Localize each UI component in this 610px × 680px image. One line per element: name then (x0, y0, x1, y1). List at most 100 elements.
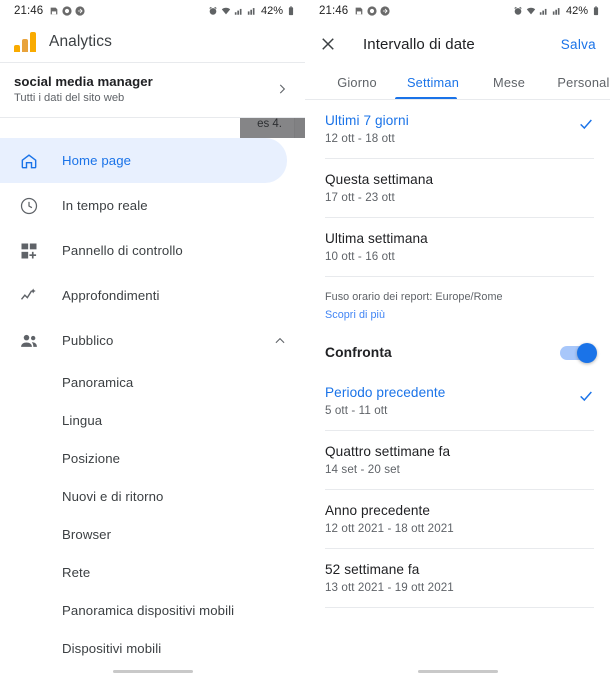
sidebar-item-label: Approfondimenti (62, 288, 160, 303)
tab-mese[interactable]: Mese (471, 66, 547, 99)
sidebar-item-label: Pubblico (62, 333, 114, 348)
sidebar-subitem-label: Rete (62, 564, 91, 580)
option-range: 13 ott 2021 - 19 ott 2021 (325, 581, 454, 594)
sidebar-item-dashboard[interactable]: Pannello di controllo (0, 228, 305, 273)
dialog-app-bar: Intervallo di date Salva (305, 22, 610, 66)
gesture-nav-bar-left[interactable] (0, 658, 305, 680)
sidebar-subitem-label: Nuovi e di ritorno (62, 488, 164, 504)
sidebar-subitem-label: Posizione (62, 450, 121, 466)
option-ultima-settimana[interactable]: Ultima settimana 10 ott - 16 ott (305, 218, 610, 276)
tab-personalizzato[interactable]: Personali (547, 66, 610, 99)
sidebar-subitem-label: Dispositivi mobili (62, 640, 162, 656)
status-time: 21:46 (319, 5, 349, 17)
sidebar-subitem-lingua[interactable]: Lingua (0, 401, 305, 439)
sidebar-item-label: Home page (62, 153, 132, 168)
sidebar-item-home[interactable]: Home page (0, 138, 287, 183)
sidebar-subitem-nuovi-ritorno[interactable]: Nuovi e di ritorno (0, 477, 305, 515)
sidebar-subitem-label: Panoramica (62, 374, 134, 390)
tab-bar: Giorno Settiman Mese Personali (305, 66, 610, 99)
sidebar-subitem-label: Lingua (62, 412, 103, 428)
insights-icon (18, 285, 40, 307)
sidebar-subitem-label: Browser (62, 526, 112, 542)
check-icon (578, 116, 594, 132)
analytics-logo (14, 32, 38, 52)
property-subtitle: Tutti i dati del sito web (14, 92, 125, 104)
save-button[interactable]: Salva (561, 37, 596, 52)
gesture-nav-bar-right[interactable] (305, 658, 610, 680)
status-notification-icons (49, 6, 85, 16)
status-time: 21:46 (14, 5, 44, 17)
property-text: social media manager Tutti i dati del si… (14, 74, 275, 104)
sidebar-subitem-rete[interactable]: Rete (0, 553, 305, 591)
compare-row[interactable]: Confronta (305, 333, 610, 372)
status-bar-right: 21:46 42% (305, 0, 610, 22)
save-icon (49, 6, 59, 16)
timezone-note: Fuso orario dei report: Europe/Rome (325, 291, 503, 303)
property-selector[interactable]: social media manager Tutti i dati del si… (0, 63, 305, 117)
timezone-block: Fuso orario dei report: Europe/Rome Scop… (305, 277, 610, 333)
dual-screenshot: al dati. es 4. opri di più i 6 5 4 3 2 (0, 0, 610, 680)
option-label: Anno precedente (325, 503, 431, 518)
sidebar-item-insights[interactable]: Approfondimenti (0, 273, 305, 318)
option-quattro-settimane-fa[interactable]: Quattro settimane fa 14 set - 20 set (305, 431, 610, 489)
option-range: 12 ott - 18 ott (325, 132, 395, 145)
option-range: 10 ott - 16 ott (325, 250, 395, 263)
property-divider (0, 117, 305, 118)
compare-label: Confronta (325, 345, 392, 360)
people-icon (18, 330, 40, 352)
sidebar-item-audience[interactable]: Pubblico (0, 318, 305, 363)
wifi-icon (526, 6, 536, 16)
sidebar-subitem-posizione[interactable]: Posizione (0, 439, 305, 477)
timezone-learn-more-link[interactable]: Scopri di più (325, 309, 594, 321)
option-text: Anno precedente 12 ott 2021 - 18 ott 202… (325, 503, 594, 535)
option-label: Questa settimana (325, 172, 434, 187)
tab-giorno[interactable]: Giorno (319, 66, 395, 99)
option-range: 5 ott - 11 ott (325, 404, 388, 417)
signal-icon (539, 6, 549, 16)
option-label: Ultima settimana (325, 231, 428, 246)
option-range: 14 set - 20 set (325, 463, 400, 476)
list-divider (325, 607, 594, 608)
clock-icon (18, 195, 40, 217)
chevron-up-icon[interactable] (273, 334, 287, 348)
option-label: Ultimi 7 giorni (325, 113, 409, 128)
property-name: social media manager (14, 74, 153, 89)
left-screen-analytics-drawer: al dati. es 4. opri di più i 6 5 4 3 2 (0, 0, 305, 680)
sidebar-subitem-browser[interactable]: Browser (0, 515, 305, 553)
sidebar-subitem-panoramica[interactable]: Panoramica (0, 363, 305, 401)
app-title: Analytics (49, 33, 112, 50)
status-system-icons: 42% (208, 5, 296, 17)
sync-icon (380, 6, 390, 16)
status-notification-icons (354, 6, 390, 16)
compare-toggle[interactable] (560, 342, 597, 363)
option-ultimi-7-giorni[interactable]: Ultimi 7 giorni 12 ott - 18 ott (305, 100, 610, 158)
option-questa-settimana[interactable]: Questa settimana 17 ott - 23 ott (305, 159, 610, 217)
option-periodo-precedente[interactable]: Periodo precedente 5 ott - 11 ott (305, 372, 610, 430)
option-text: Ultimi 7 giorni 12 ott - 18 ott (325, 113, 578, 145)
signal2-icon (552, 6, 562, 16)
save-icon (354, 6, 364, 16)
photo-icon (62, 6, 72, 16)
sidebar-item-realtime[interactable]: In tempo reale (0, 183, 305, 228)
option-text: 52 settimane fa 13 ott 2021 - 19 ott 202… (325, 562, 594, 594)
option-range: 17 ott - 23 ott (325, 191, 395, 204)
analytics-app-bar: Analytics (0, 22, 305, 62)
battery-percent: 42% (260, 5, 283, 17)
battery-icon (591, 6, 601, 16)
option-52-settimane-fa[interactable]: 52 settimane fa 13 ott 2021 - 19 ott 202… (305, 549, 610, 607)
check-icon (578, 388, 594, 404)
option-label: 52 settimane fa (325, 562, 420, 577)
signal-icon (234, 6, 244, 16)
dashboard-icon (18, 240, 40, 262)
right-screen-date-range-dialog: 21:46 42% Intervallo di date Salva Giorn… (305, 0, 610, 680)
dialog-content: Ultimi 7 giorni 12 ott - 18 ott Questa s… (305, 100, 610, 680)
close-icon[interactable] (319, 35, 337, 53)
wifi-icon (221, 6, 231, 16)
option-anno-precedente[interactable]: Anno precedente 12 ott 2021 - 18 ott 202… (305, 490, 610, 548)
tab-active-indicator (395, 96, 457, 99)
sidebar-item-label: In tempo reale (62, 198, 148, 213)
sidebar-subitem-panoramica-mobile[interactable]: Panoramica dispositivi mobili (0, 591, 305, 629)
alarm-icon (513, 6, 523, 16)
option-range: 12 ott 2021 - 18 ott 2021 (325, 522, 454, 535)
tab-settimana[interactable]: Settiman (395, 66, 471, 99)
